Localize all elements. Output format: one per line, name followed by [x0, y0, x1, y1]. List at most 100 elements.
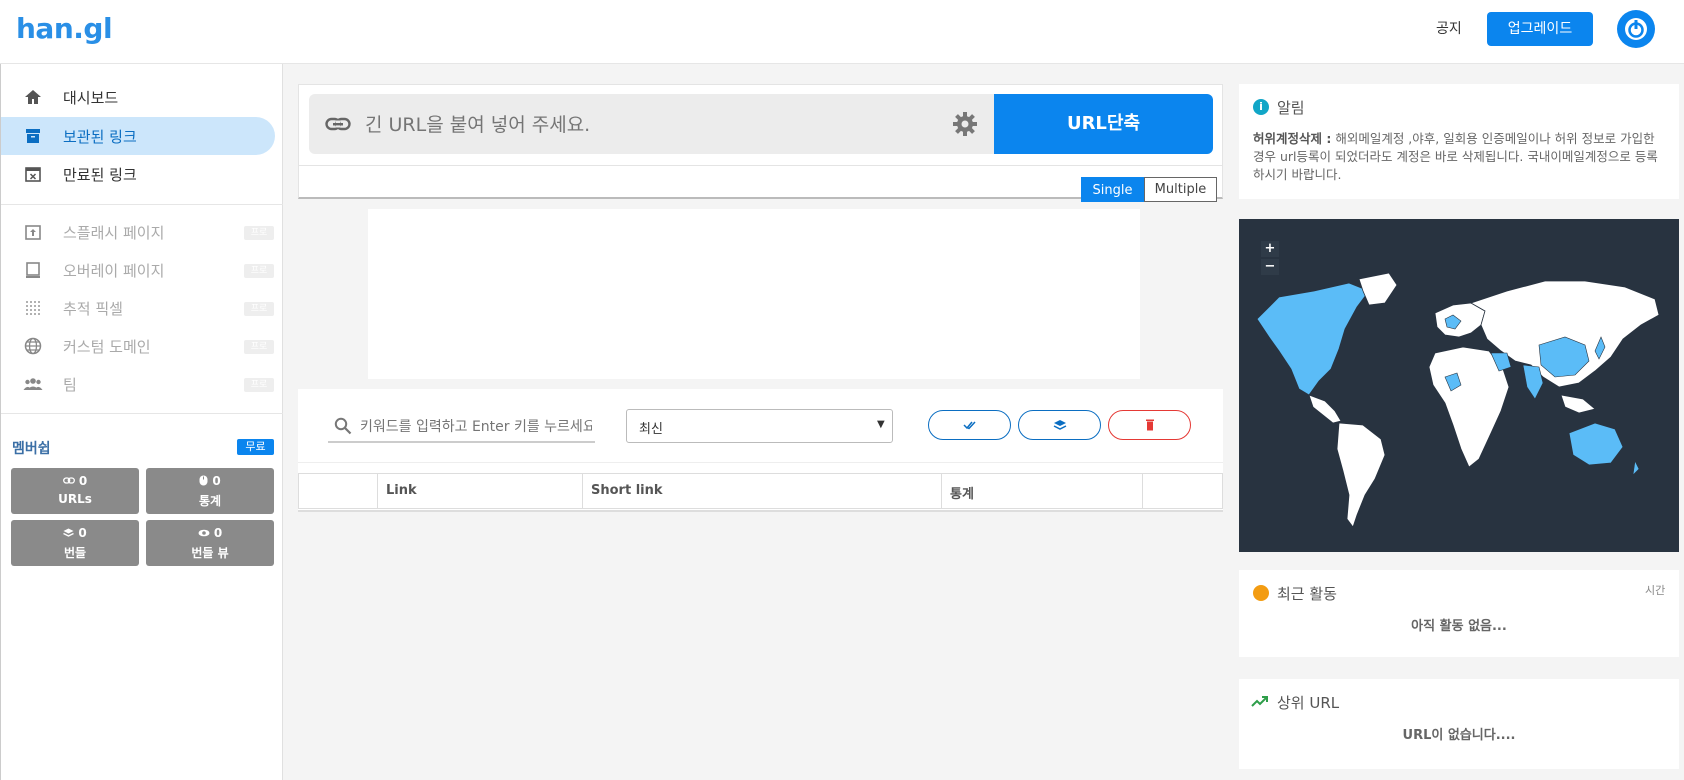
top-urls-empty-text: URL이 없습니다.... [1402, 728, 1516, 743]
sidebar-item-label: 보관된 링크 [63, 128, 137, 146]
search-icon [334, 417, 352, 435]
stat-value: 0 [78, 474, 88, 488]
top-header: han.gl 공지 업그레이드 [0, 0, 1684, 64]
sidebar-item-custom-domains[interactable]: 커스텀 도메인 프로 [1, 327, 275, 365]
chevron-down-icon: ▼ [877, 419, 885, 430]
url-shortener-card: URL단축 Single Multiple [298, 84, 1223, 202]
sidebar-item-label: 커스텀 도메인 [63, 338, 151, 356]
mouse-icon [199, 475, 208, 486]
sort-select[interactable]: 최신 ▼ [626, 409, 893, 443]
table-separator [298, 462, 1223, 463]
gear-icon[interactable] [952, 111, 978, 137]
search-input[interactable] [360, 416, 592, 438]
sidebar-item-team[interactable]: 팀 프로 [1, 365, 275, 403]
notice-title: 알림 [1277, 99, 1305, 117]
pro-badge: 프로 [244, 226, 274, 240]
top-urls-card: 상위 URL URL이 없습니다.... [1239, 679, 1679, 769]
map-region-southeast-asia [1560, 394, 1596, 414]
add-to-bundle-button[interactable] [1018, 410, 1101, 440]
activity-empty-text: 아직 활동 없음... [1411, 619, 1507, 634]
stat-label: 번들 [63, 546, 87, 560]
sidebar-divider [1, 413, 283, 414]
sidebar-item-expired-links[interactable]: 만료된 링크 [1, 155, 275, 193]
plan-badge: 무료 [237, 439, 274, 455]
card-separator [299, 165, 1222, 166]
stat-label: URLs [58, 492, 92, 506]
column-header-actions [1143, 474, 1222, 508]
activity-icon [1253, 585, 1269, 601]
notice-bold: 허위계정삭제 : [1253, 131, 1332, 146]
stat-label: 통계 [198, 494, 222, 508]
top-urls-title: 상위 URL [1277, 694, 1340, 712]
pro-badge: 프로 [244, 340, 274, 354]
column-header-select [299, 474, 378, 508]
delete-selected-button[interactable] [1108, 410, 1191, 440]
team-icon [23, 378, 43, 390]
power-icon [1625, 18, 1647, 40]
column-header-stats[interactable]: 통계 [942, 474, 1143, 508]
eye-icon [198, 529, 210, 537]
sidebar-item-label: 스플래시 페이지 [63, 224, 165, 242]
pro-badge: 프로 [244, 302, 274, 316]
upgrade-button[interactable]: 업그레이드 [1487, 12, 1593, 46]
info-icon: i [1253, 99, 1269, 115]
sidebar-item-label: 대시보드 [63, 89, 119, 107]
archive-icon [26, 129, 40, 143]
logo[interactable]: han.gl [16, 12, 113, 45]
sidebar-item-overlay-pages[interactable]: 오버레이 페이지 프로 [1, 251, 275, 289]
map-region-australia [1568, 422, 1624, 466]
sidebar-item-label: 팀 [63, 376, 77, 394]
user-menu-button[interactable] [1617, 10, 1655, 48]
mode-single-button[interactable]: Single [1081, 177, 1144, 202]
map-zoom-in-button[interactable]: + [1261, 241, 1279, 257]
recent-activity-card: 최근 활동 시간 아직 활동 없음... [1239, 570, 1679, 657]
calendar-x-icon [25, 167, 41, 182]
sidebar-item-archived-links[interactable]: 보관된 링크 [1, 117, 275, 155]
notice-body: 허위계정삭제 : 해외메일계정 ,야후, 일회용 인증메일이나 허위 정보로 가… [1253, 130, 1669, 184]
sidebar-divider [1, 204, 283, 205]
stat-bundles: 0 번들 [11, 520, 139, 566]
url-input[interactable] [365, 112, 925, 138]
stat-value: 0 [213, 526, 223, 540]
sidebar-item-splash-pages[interactable]: 스플래시 페이지 프로 [1, 213, 275, 251]
map-region-central-america [1308, 394, 1342, 424]
world-map-graphic [1256, 272, 1660, 528]
ad-banner-area [368, 209, 1140, 379]
links-panel: 최신 ▼ Link Short link 통계 [298, 389, 1223, 512]
world-map[interactable]: + − [1239, 219, 1679, 552]
stat-urls: 0 URLs [11, 468, 139, 514]
layers-icon [63, 528, 75, 537]
mode-multiple-button[interactable]: Multiple [1144, 177, 1217, 202]
home-icon [25, 90, 41, 104]
double-check-icon [963, 421, 976, 430]
sidebar-item-label: 만료된 링크 [63, 166, 137, 184]
splash-icon [25, 225, 41, 240]
shorten-url-button[interactable]: URL단축 [994, 94, 1213, 154]
map-region-north-america [1256, 282, 1370, 396]
globe-icon [24, 337, 42, 355]
stat-value: 0 [78, 526, 87, 540]
trending-up-icon [1251, 696, 1268, 707]
select-all-button[interactable] [928, 410, 1011, 440]
pro-badge: 프로 [244, 264, 274, 278]
stat-value: 0 [212, 474, 221, 488]
column-header-short-link[interactable]: Short link [583, 474, 942, 508]
activity-title: 최근 활동 [1277, 585, 1337, 603]
membership-title: 멤버쉽 [12, 441, 51, 457]
stat-clicks: 0 통계 [146, 468, 274, 514]
sidebar-item-tracking-pixels[interactable]: 추적 픽셀 프로 [1, 289, 275, 327]
search-field [328, 411, 595, 443]
map-region-greenland [1358, 272, 1398, 306]
sidebar: 대시보드 보관된 링크 만료된 링크 스플래시 페이지 프로 오버레이 페이지 … [0, 64, 283, 780]
notice-link[interactable]: 공지 [1436, 18, 1462, 38]
map-zoom-out-button[interactable]: − [1261, 259, 1279, 275]
overlay-icon [26, 262, 40, 278]
links-table-header: Link Short link 통계 [298, 473, 1223, 509]
pixel-icon [26, 301, 40, 315]
notice-card: i 알림 허위계정삭제 : 해외메일계정 ,야후, 일회용 인증메일이나 허위 … [1239, 84, 1679, 199]
sidebar-item-label: 오버레이 페이지 [63, 262, 165, 280]
trash-icon [1146, 419, 1154, 431]
column-header-link[interactable]: Link [378, 474, 583, 508]
sidebar-item-dashboard[interactable]: 대시보드 [1, 78, 275, 116]
pro-badge: 프로 [244, 378, 274, 392]
